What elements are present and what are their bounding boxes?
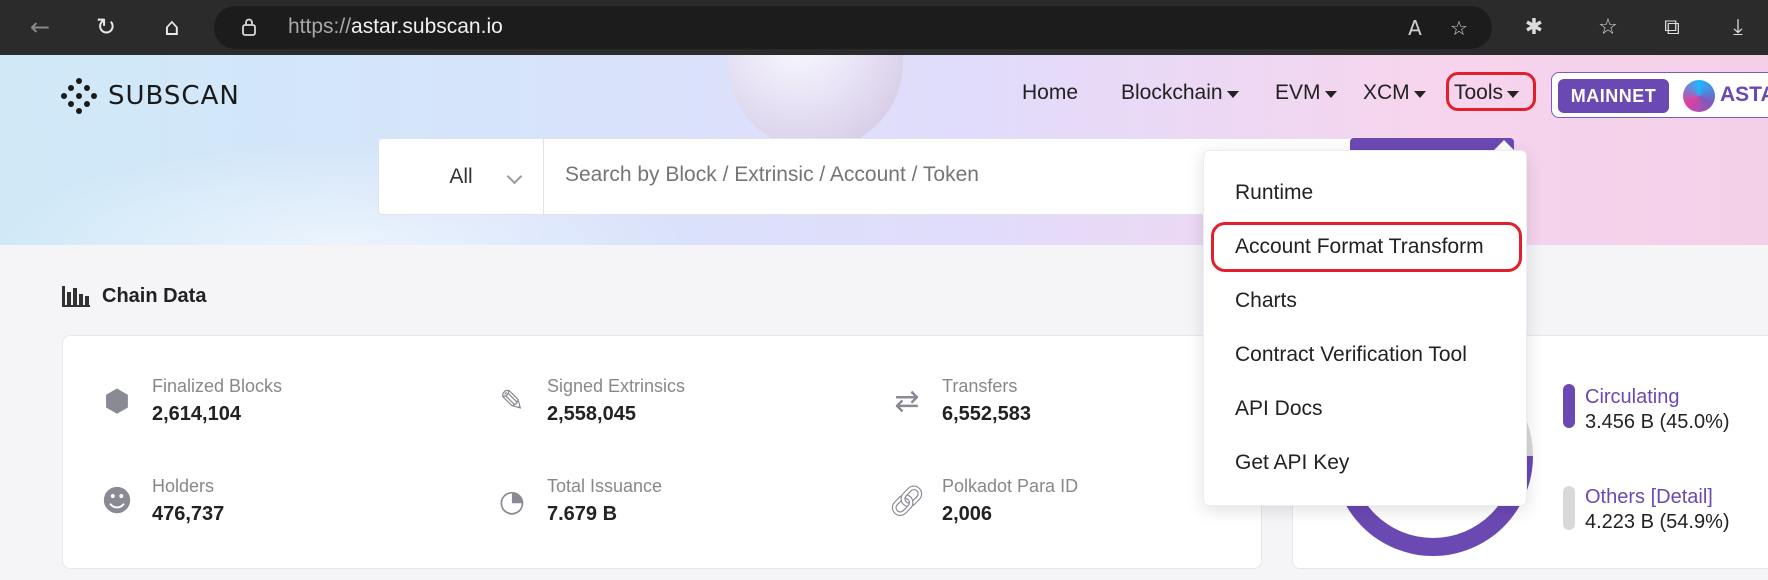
search-input[interactable] (565, 163, 1265, 187)
caret-down-icon (1324, 90, 1337, 98)
caret-down-icon (1226, 90, 1239, 98)
menu-item-runtime[interactable]: Runtime (1235, 181, 1313, 205)
address-bar[interactable]: https://astar.subscan.io A ☆ (214, 6, 1492, 49)
chevron-down-icon (506, 168, 523, 185)
extensions-icon[interactable]: ✱ (1516, 9, 1552, 45)
menu-item-charts[interactable]: Charts (1235, 289, 1297, 313)
url-text: https://astar.subscan.io (288, 15, 503, 38)
cube-icon: ⬢ (103, 383, 131, 419)
chain-data-card: ⬢ Finalized Blocks 2,614,104 ✎ Signed Ext… (62, 335, 1262, 569)
caret-down-icon (1413, 90, 1426, 98)
tools-dropdown-menu: Runtime Account Format Transform Charts … (1203, 150, 1527, 506)
collections-icon[interactable]: ⧉ (1654, 9, 1690, 45)
circulating-label: Circulating (1585, 386, 1680, 408)
stat-signed-extrinsics: ✎ Signed Extrinsics 2,558,045 (493, 376, 685, 426)
stat-total-issuance: ◔ Total Issuance 7.679 B (493, 476, 662, 526)
menu-item-contract-verification[interactable]: Contract Verification Tool (1235, 343, 1467, 367)
nav-blockchain[interactable]: Blockchain (1121, 81, 1239, 105)
detail-link[interactable]: [Detail] (1651, 486, 1713, 508)
transfer-icon: ⇄ (894, 383, 920, 419)
favorites-icon[interactable]: ☆ (1590, 9, 1626, 45)
subscan-logo-icon (61, 78, 97, 114)
chain-data-heading: Chain Data (62, 284, 206, 308)
account-format-highlight (1211, 222, 1522, 272)
read-aloud-icon[interactable]: A (1400, 14, 1430, 42)
others-label: Others [Detail] (1585, 486, 1713, 508)
circulating-value: 3.456 B (45.0%) (1585, 411, 1730, 433)
browser-toolbar: ← ↻ ⌂ https://astar.subscan.io A ☆ ✱ ☆ ⧉… (0, 0, 1768, 55)
stat-para-id: 🔗︎ Polkadot Para ID 2,006 (887, 476, 1079, 525)
nav-xcm[interactable]: XCM (1363, 81, 1426, 105)
menu-item-get-api-key[interactable]: Get API Key (1235, 451, 1349, 475)
stat-transfers: ⇄ Transfers 6,552,583 (888, 376, 1031, 426)
search-category-select[interactable]: All (379, 139, 544, 214)
mainnet-badge[interactable]: MAINNET (1558, 79, 1669, 113)
back-arrow-icon[interactable]: ← (20, 8, 60, 46)
subscan-logo[interactable]: SUBSCAN (60, 77, 240, 115)
circulating-legend-marker (1563, 384, 1575, 428)
menu-item-api-docs[interactable]: API Docs (1235, 397, 1323, 421)
user-icon: ☻ (101, 483, 133, 519)
network-switcher[interactable]: MAINNET ASTAR (1551, 72, 1768, 118)
stat-holders: ☻ Holders 476,737 (98, 476, 224, 526)
stat-finalized-blocks: ⬢ Finalized Blocks 2,614,104 (98, 376, 282, 426)
link-icon: 🔗︎ (887, 483, 927, 519)
add-favorite-icon[interactable]: ☆ (1444, 14, 1474, 42)
astar-logo-icon (1683, 80, 1715, 112)
nav-home[interactable]: Home (1022, 81, 1078, 105)
home-icon[interactable]: ⌂ (152, 8, 192, 46)
others-value: 4.223 B (54.9%) (1585, 511, 1730, 533)
downloads-icon[interactable]: ⤓ (1720, 9, 1756, 45)
search-button[interactable] (1350, 138, 1514, 150)
bar-chart-icon (62, 286, 90, 307)
refresh-icon[interactable]: ↻ (86, 8, 126, 46)
decorative-orb (728, 55, 903, 150)
pie-icon: ◔ (498, 483, 526, 519)
logo-text: SUBSCAN (108, 81, 240, 111)
others-legend-marker (1563, 486, 1575, 530)
nav-evm[interactable]: EVM (1275, 81, 1337, 105)
document-edit-icon: ✎ (499, 383, 525, 419)
network-name: ASTAR (1720, 83, 1768, 106)
tools-highlight (1446, 72, 1536, 111)
lock-icon (242, 18, 256, 36)
